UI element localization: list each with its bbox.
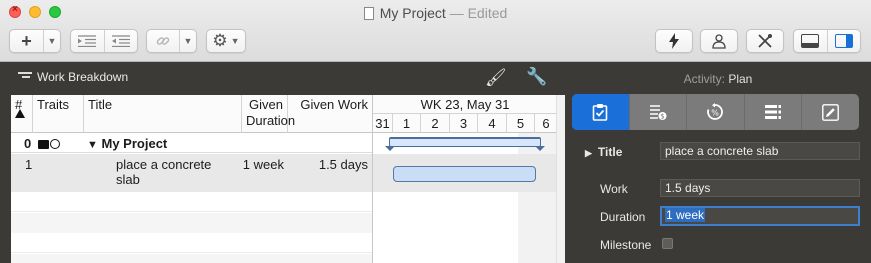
link-button[interactable]: ▼ — [146, 29, 197, 53]
disclosure-triangle-icon[interactable]: ▶ — [585, 148, 592, 158]
window-title-text: My Project — [379, 5, 446, 21]
link-icon[interactable] — [147, 30, 179, 52]
milestone-label: Milestone — [600, 238, 652, 252]
column-header-traits-label: Traits — [37, 97, 70, 112]
activity-prefix: Activity: — [683, 72, 725, 86]
gantt-summary-bar[interactable] — [385, 137, 545, 151]
row-number: 0 — [24, 136, 32, 151]
person-button[interactable] — [700, 29, 738, 53]
gear-menu-button[interactable]: ⚙ ▼ — [206, 29, 246, 53]
gear-menu-chevron-icon: ▼ — [230, 36, 240, 46]
duration-field-value: 1 week — [665, 208, 706, 222]
tools-button[interactable] — [746, 29, 784, 53]
row-given-work[interactable]: 1.5 days — [288, 157, 368, 172]
column-header-traits[interactable]: Traits — [33, 95, 84, 133]
row-title[interactable]: place a concrete slab — [116, 157, 236, 187]
add-menu-chevron-icon[interactable]: ▼ — [44, 30, 60, 52]
clock-icon — [50, 139, 60, 149]
title-bar: × My Project — Edited + ▼ ▼ ⚙ ▼ — [0, 0, 871, 62]
empty-row — [11, 192, 372, 212]
sort-ascending-icon — [15, 109, 25, 118]
table-row[interactable]: 1 place a concrete slab 1 week 1.5 days — [11, 154, 372, 192]
outline-table: # Traits Title Given Duration Given Work… — [11, 95, 372, 263]
outdent-icon[interactable] — [105, 30, 138, 52]
inspector-toggle-icon[interactable] — [828, 30, 861, 52]
gantt-task-bar[interactable] — [393, 166, 536, 182]
row-given-duration[interactable]: 1 week — [242, 157, 284, 172]
duration-field[interactable]: 1 week — [660, 206, 860, 226]
weekend-shading — [518, 133, 556, 263]
gantt-chart[interactable]: WK 23, May 31 31 1 2 3 4 5 6 — [372, 95, 556, 263]
view-toggle-buttons[interactable] — [793, 29, 861, 53]
table-row[interactable]: 0 ▼ My Project — [11, 134, 372, 153]
milestone-checkbox[interactable] — [662, 238, 673, 249]
activity-value: Plan — [728, 72, 753, 86]
row-traits — [38, 136, 60, 151]
gear-icon: ⚙ — [212, 31, 228, 50]
gantt-day: 4 — [478, 114, 507, 133]
lightning-button[interactable] — [655, 29, 693, 53]
wrench-icon[interactable]: 🔧 — [526, 67, 547, 87]
work-label: Work — [600, 182, 628, 196]
gantt-day: 5 — [507, 114, 535, 133]
work-breakdown-menu[interactable]: Work Breakdown — [18, 70, 128, 84]
svg-text:%: % — [712, 109, 720, 118]
row-title[interactable]: ▼ My Project — [87, 136, 167, 151]
column-header-title[interactable]: Title — [84, 95, 242, 133]
empty-row — [11, 233, 372, 253]
title-field[interactable]: place a concrete slab — [660, 142, 860, 160]
column-header-number[interactable]: # — [11, 95, 33, 133]
work-breakdown-icon — [18, 72, 32, 82]
work-field[interactable]: 1.5 days — [660, 179, 860, 197]
pencil-icon[interactable] — [802, 94, 859, 130]
activity-label: Activity: Plan — [565, 72, 871, 86]
document-icon — [363, 7, 374, 20]
gantt-week-header: WK 23, May 31 — [373, 95, 556, 114]
column-header-title-label: Title — [88, 97, 113, 112]
add-icon[interactable]: + — [10, 30, 43, 52]
table-header: # Traits Title Given Duration Given Work — [11, 95, 372, 133]
folder-icon — [38, 140, 49, 149]
add-item-button[interactable]: + ▼ — [9, 29, 61, 53]
column-header-given-duration[interactable]: Given Duration — [242, 95, 295, 133]
tools-icon — [758, 34, 772, 48]
gantt-scroll-edge — [556, 95, 565, 263]
empty-row — [11, 254, 372, 263]
indent-outdent-buttons[interactable] — [70, 29, 138, 53]
list-icon[interactable] — [745, 94, 803, 130]
outline-header: Work Breakdown 🖌 🔧 — [0, 63, 565, 95]
gantt-day: 6 — [542, 116, 550, 131]
gantt-days-header: 31 1 2 3 4 5 6 — [373, 114, 556, 133]
title-section-toggle[interactable]: ▶ Title — [585, 145, 622, 159]
empty-row — [11, 213, 372, 233]
work-breakdown-label: Work Breakdown — [37, 70, 129, 84]
gantt-day: 1 — [393, 114, 421, 133]
percent-complete-icon[interactable]: % — [687, 94, 745, 130]
person-icon — [712, 34, 726, 49]
row-number: 1 — [25, 157, 33, 172]
inspector-pane: Activity: Plan $ % ▶ Title place a concre… — [565, 63, 871, 263]
style-brush-icon[interactable]: 🖌 — [485, 68, 507, 88]
clipboard-check-icon[interactable] — [572, 94, 630, 130]
window-edited-status: — Edited — [449, 5, 508, 21]
duration-label: Duration — [600, 210, 646, 224]
lightning-icon — [669, 33, 679, 49]
window-title: My Project — Edited — [0, 5, 871, 21]
title-label: Title — [597, 145, 623, 159]
svg-text:$: $ — [660, 113, 664, 121]
gantt-day: 3 — [450, 114, 478, 133]
bottom-pane-toggle-icon[interactable] — [794, 30, 827, 52]
row-title-text: My Project — [101, 136, 168, 151]
cost-icon[interactable]: $ — [630, 94, 688, 130]
gantt-day: 2 — [421, 114, 450, 133]
column-header-given-work[interactable]: Given Work — [288, 95, 372, 133]
gantt-day: 31 — [373, 114, 393, 133]
indent-icon[interactable] — [71, 30, 104, 52]
column-header-given-work-label: Given Work — [300, 97, 368, 112]
disclosure-triangle-icon[interactable]: ▼ — [87, 139, 98, 151]
inspector-tabs: $ % — [572, 94, 859, 130]
link-menu-chevron-icon[interactable]: ▼ — [180, 30, 196, 52]
